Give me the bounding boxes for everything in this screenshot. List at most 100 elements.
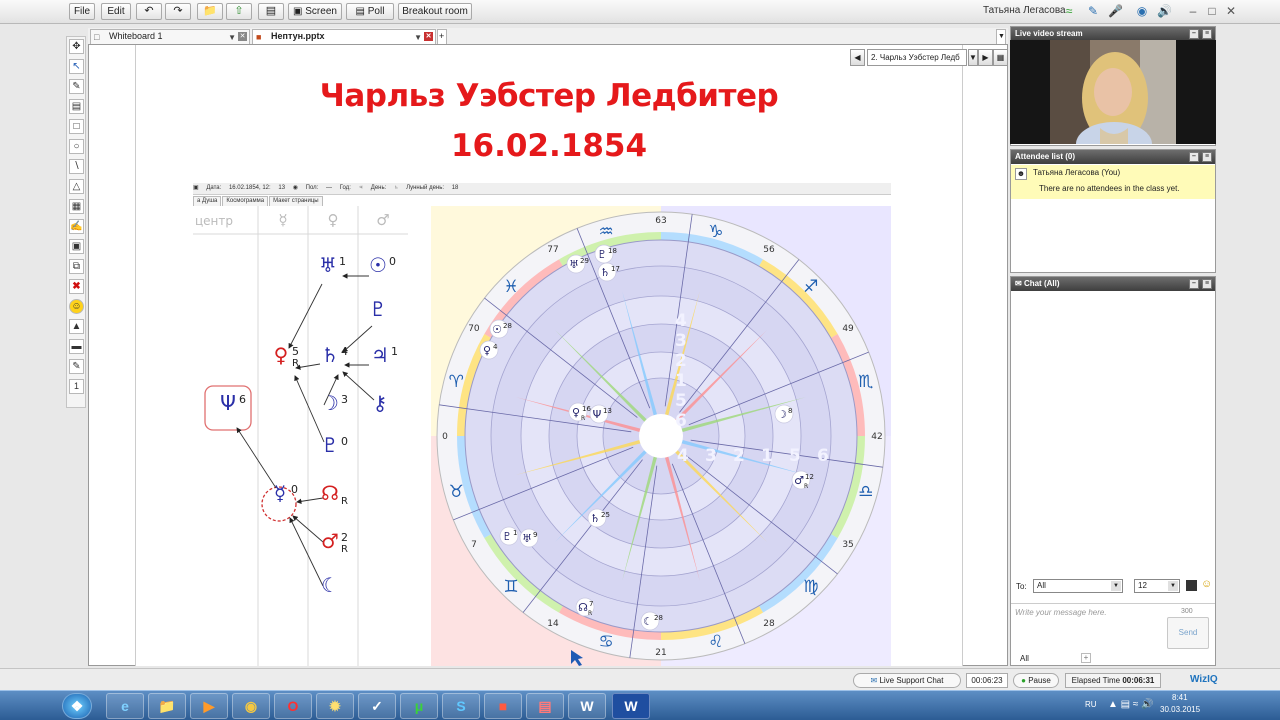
smiley-tool-icon[interactable]: ☺: [69, 299, 84, 314]
language-indicator[interactable]: RU: [1085, 700, 1097, 709]
pencil-icon[interactable]: ✎: [1086, 4, 1100, 18]
previous-slide-icon[interactable]: ◀: [850, 49, 865, 66]
menu-icon[interactable]: ≡: [1202, 29, 1212, 39]
chat-scope-add-icon[interactable]: +: [1081, 653, 1091, 663]
brush-tool-icon[interactable]: ✍: [69, 219, 84, 234]
live-support-chat-button[interactable]: ✉ Live Support Chat: [853, 673, 961, 688]
word-icon[interactable]: W: [612, 693, 650, 719]
planet-degree: 25: [601, 511, 610, 519]
close-icon[interactable]: ✕: [1224, 4, 1238, 18]
webcam-icon[interactable]: ◉: [1135, 4, 1149, 18]
word-document-icon[interactable]: W: [568, 693, 606, 719]
attendee-self-row[interactable]: ☻ Татьяна Легасова (You) There are no at…: [1011, 165, 1215, 199]
rectangle-tool-icon[interactable]: □: [69, 119, 84, 134]
chrome-icon[interactable]: ◉: [232, 693, 270, 719]
page-number[interactable]: 1: [69, 379, 84, 394]
tab-whiteboard[interactable]: □ Whiteboard 1 ▼ ✕: [90, 29, 250, 44]
utorrent-icon[interactable]: μ: [400, 693, 438, 719]
pause-button[interactable]: ● Pause: [1013, 673, 1059, 688]
chat-bubble-icon: ✉: [1015, 279, 1024, 288]
degree-label: 21: [655, 648, 666, 658]
text-color-icon[interactable]: [1186, 580, 1197, 591]
ellipse-tool-icon[interactable]: ○: [69, 139, 84, 154]
minimize-icon[interactable]: –: [1189, 29, 1199, 39]
start-orb-icon[interactable]: ❖: [62, 693, 92, 719]
fill-color-icon[interactable]: ▲: [69, 319, 84, 334]
app-burst-icon[interactable]: ✹: [316, 693, 354, 719]
slide-selector[interactable]: 2. Чарльз Уэбстер Ледб: [867, 49, 967, 66]
session-timer: 00:06:23: [966, 673, 1008, 688]
chevron-down-icon[interactable]: ▼: [968, 49, 978, 66]
minimize-icon[interactable]: –: [1189, 279, 1199, 289]
zodiac-sign-glyph: ♈: [449, 372, 464, 392]
drawing-tools: ✥ ↖ ✎ ▤ □ ○ ∖ △ ▦ ✍ ▣ ⧉ ✖ ☺ ▲ ▬ ✎ 1: [66, 36, 86, 408]
ring-number: 2: [733, 446, 745, 466]
day-symbol: ♄: [393, 185, 399, 191]
chat-recipient-value: All: [1037, 581, 1046, 590]
triangle-tool-icon[interactable]: △: [69, 179, 84, 194]
send-button[interactable]: Send: [1167, 617, 1209, 649]
internet-explorer-icon[interactable]: e: [106, 693, 144, 719]
poll-button[interactable]: ▤ Poll: [346, 3, 394, 20]
font-tool-icon[interactable]: ✎: [69, 359, 84, 374]
copy-tool-icon[interactable]: ⧉: [69, 259, 84, 274]
tab-presentation[interactable]: ■ Нептун.pptx ▼ ✕: [252, 29, 436, 44]
eraser-tool-icon[interactable]: ▣: [69, 239, 84, 254]
app-stylus-icon[interactable]: ✓: [358, 693, 396, 719]
minimize-icon[interactable]: –: [1186, 4, 1200, 18]
winrar-icon[interactable]: ▤: [526, 693, 564, 719]
chevron-down-icon[interactable]: ▼: [228, 31, 236, 44]
close-icon[interactable]: ✕: [424, 32, 433, 41]
layout-icon[interactable]: ▤: [258, 3, 284, 20]
maximize-icon[interactable]: □: [1205, 4, 1219, 18]
pencil-tool-icon[interactable]: ✎: [69, 79, 84, 94]
opera-icon[interactable]: O: [274, 693, 312, 719]
redo-icon[interactable]: ↷: [165, 3, 191, 20]
delete-tool-icon[interactable]: ✖: [69, 279, 84, 294]
move-tool-icon[interactable]: ✥: [69, 39, 84, 54]
ring-number: 5: [789, 446, 801, 466]
new-tab-button[interactable]: +: [437, 29, 447, 44]
file-explorer-icon[interactable]: 📁: [148, 693, 186, 719]
table-tool-icon[interactable]: ▦: [69, 199, 84, 214]
skype-icon[interactable]: S: [442, 693, 480, 719]
undo-icon[interactable]: ↶: [136, 3, 162, 20]
menu-icon[interactable]: ≡: [1202, 279, 1212, 289]
planet-retrograde: R: [581, 415, 585, 422]
minimize-icon[interactable]: –: [1189, 152, 1199, 162]
planet-symbol: ♇: [369, 297, 387, 321]
next-slide-icon[interactable]: ▶: [978, 49, 993, 66]
chat-recipient-select[interactable]: All ▼: [1033, 579, 1123, 593]
emoticon-icon[interactable]: ☺: [1201, 578, 1212, 590]
degree-label: 49: [842, 324, 854, 334]
video-panel-header: Live video stream – ≡: [1011, 27, 1215, 41]
menu-icon[interactable]: ≡: [1202, 152, 1212, 162]
slide-title: Чарльз Уэбстер Ледбитер: [319, 78, 779, 114]
speaker-icon[interactable]: 🔊: [1157, 4, 1172, 18]
microphone-icon[interactable]: 🎤: [1108, 4, 1123, 18]
upload-icon[interactable]: ⇧: [226, 3, 252, 20]
acrobat-icon[interactable]: ■: [484, 693, 522, 719]
media-player-icon[interactable]: ▶: [190, 693, 228, 719]
highlighter-tool-icon[interactable]: ▤: [69, 99, 84, 114]
grid-view-icon[interactable]: ▦: [993, 49, 1008, 66]
chat-message-input[interactable]: Write your message here.: [1015, 608, 1107, 617]
folder-icon[interactable]: 📁: [197, 3, 223, 20]
stroke-color-icon[interactable]: ▬: [69, 339, 84, 354]
file-menu[interactable]: File: [69, 3, 95, 20]
pointer-tool-icon[interactable]: ↖: [69, 59, 84, 74]
planet-house-number: 0: [389, 255, 396, 268]
degree-label: 0: [442, 432, 448, 442]
close-icon[interactable]: ✕: [238, 32, 247, 41]
edit-menu[interactable]: Edit: [101, 3, 131, 20]
planet-glyph: ♂: [794, 474, 804, 487]
video-stream: [1010, 40, 1216, 144]
line-tool-icon[interactable]: ∖: [69, 159, 84, 174]
chevron-down-icon[interactable]: ▼: [414, 31, 422, 44]
font-size-select[interactable]: 12 ▼: [1134, 579, 1180, 593]
breakout-room-button[interactable]: Breakout room: [398, 3, 472, 20]
planet-degree: 8: [788, 407, 792, 415]
screen-share-button[interactable]: ▣ Screen: [288, 3, 342, 20]
tabs-dropdown-icon[interactable]: ▼: [996, 29, 1006, 44]
tray-icons[interactable]: ▲ ▤ ≈ 🔊: [1108, 699, 1154, 710]
